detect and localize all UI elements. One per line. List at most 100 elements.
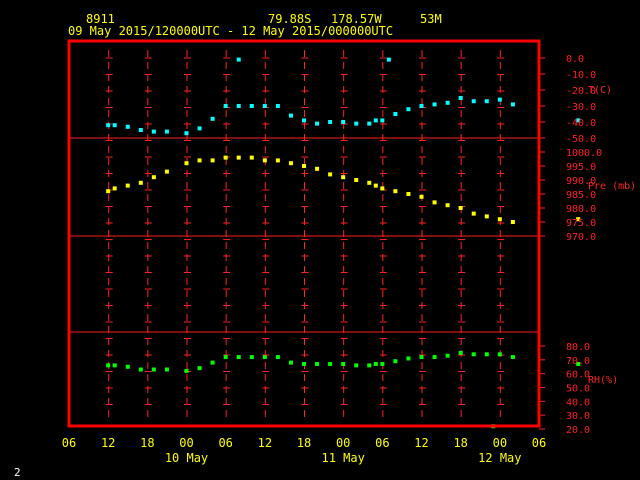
temperature-data-point bbox=[164, 129, 169, 134]
temperature-y-tick-label: -10.0 bbox=[566, 70, 596, 81]
pressure-data-point bbox=[432, 200, 437, 205]
temperature-axis-label: T(C) bbox=[588, 85, 612, 96]
pressure-data-point bbox=[262, 158, 267, 163]
x-tick-label: 12 bbox=[414, 436, 428, 450]
temperature-data-point bbox=[445, 100, 450, 105]
temperature-data-point bbox=[373, 118, 378, 123]
x-day-label: 11 May bbox=[321, 451, 364, 465]
temperature-data-point bbox=[210, 116, 215, 121]
pressure-data-point bbox=[354, 178, 359, 182]
temperature-data-point bbox=[419, 104, 424, 108]
rh-data-point bbox=[341, 361, 346, 366]
temperature-data-point bbox=[497, 97, 502, 102]
x-tick-label: 00 bbox=[493, 436, 507, 450]
x-tick-label: 00 bbox=[179, 436, 193, 450]
rh-data-point bbox=[419, 355, 424, 360]
pressure-data-point bbox=[249, 155, 254, 160]
rh-data-point bbox=[164, 367, 169, 372]
rh-data-point bbox=[328, 361, 333, 366]
rh-y-tick-label: 40.0 bbox=[566, 397, 590, 408]
x-tick-label: 12 bbox=[101, 436, 115, 450]
rh-data-point bbox=[458, 350, 463, 355]
temperature-data-point bbox=[112, 123, 117, 128]
pressure-data-point bbox=[125, 183, 130, 188]
temperature-data-point bbox=[249, 104, 254, 108]
rh-data-point bbox=[373, 361, 378, 366]
x-tick-label: 06 bbox=[375, 436, 389, 450]
rh-data-point bbox=[288, 360, 293, 365]
pressure-data-point bbox=[510, 220, 515, 224]
temperature-data-point bbox=[458, 96, 463, 100]
pressure-data-point bbox=[315, 166, 320, 171]
temperature-data-point bbox=[386, 57, 391, 62]
x-tick-label: 12 bbox=[258, 436, 272, 450]
rh-data-point bbox=[354, 363, 359, 368]
pressure-data-point bbox=[471, 211, 476, 216]
rh-y-tick-label: 20.0 bbox=[566, 425, 590, 436]
pressure-y-tick-label: 995.0 bbox=[566, 162, 596, 173]
pressure-data-point bbox=[288, 161, 293, 166]
pressure-data-point bbox=[210, 158, 215, 163]
x-tick-label: 18 bbox=[140, 436, 154, 450]
pressure-data-point bbox=[419, 194, 424, 199]
rh-y-tick-label: 80.0 bbox=[566, 342, 590, 353]
temperature-data-point bbox=[236, 104, 241, 108]
pressure-data-point bbox=[380, 186, 385, 191]
pressure-data-point bbox=[275, 158, 280, 163]
rh-data-point bbox=[406, 356, 411, 361]
rh-data-point bbox=[497, 352, 502, 357]
pressure-data-point bbox=[112, 186, 117, 191]
temperature-data-point bbox=[275, 104, 280, 108]
temperature-data-point bbox=[288, 113, 293, 118]
x-tick-label: 06 bbox=[62, 436, 76, 450]
temperature-data-point bbox=[341, 120, 346, 124]
temperature-data-point bbox=[223, 104, 228, 108]
pressure-data-point bbox=[223, 155, 228, 160]
x-tick-label: 18 bbox=[453, 436, 467, 450]
temperature-data-point bbox=[125, 124, 130, 129]
station-elevation: 53M bbox=[420, 12, 442, 26]
pressure-data-point bbox=[341, 175, 346, 180]
rh-data-point bbox=[380, 361, 385, 366]
pressure-data-point bbox=[138, 180, 143, 185]
pressure-data-point bbox=[497, 217, 502, 222]
temperature-data-point bbox=[328, 120, 333, 124]
pressure-data-point bbox=[302, 164, 306, 168]
rh-data-point bbox=[151, 367, 156, 372]
temperature-data-point bbox=[138, 128, 143, 132]
rh-data-point bbox=[302, 361, 306, 366]
rh-y-tick-label: 60.0 bbox=[566, 370, 590, 381]
pressure-y-tick-label: 980.0 bbox=[566, 204, 596, 215]
rh-y-tick-label: 70.0 bbox=[566, 356, 590, 367]
pressure-data-point bbox=[328, 172, 333, 177]
rh-data-point bbox=[432, 355, 437, 360]
temperature-data-point bbox=[510, 102, 515, 107]
pressure-y-tick-label: 1000.0 bbox=[566, 148, 602, 159]
rh-data-point bbox=[262, 355, 267, 360]
temperature-data-point bbox=[380, 118, 385, 123]
rh-data-point bbox=[471, 352, 476, 357]
pressure-data-point bbox=[458, 206, 463, 210]
x-tick-label: 00 bbox=[336, 436, 350, 450]
x-day-label: 12 May bbox=[478, 451, 521, 465]
temperature-data-point bbox=[315, 121, 320, 126]
pressure-data-point bbox=[484, 214, 489, 219]
pressure-data-point bbox=[406, 192, 411, 196]
pressure-data-point bbox=[197, 158, 202, 163]
meteogram-chart: 8911 79.88S 178.57W 53M 09 May 2015/1200… bbox=[0, 0, 640, 480]
rh-y-tick-label: 50.0 bbox=[566, 384, 590, 395]
rh-y-tick-label: 30.0 bbox=[566, 411, 590, 422]
rh-data-point bbox=[112, 363, 117, 368]
rh-data-point bbox=[249, 355, 254, 360]
rh-data-point bbox=[445, 353, 450, 358]
temperature-y-tick-label: -40.0 bbox=[566, 118, 596, 129]
rh-data-point bbox=[315, 361, 320, 366]
pressure-y-tick-label: 975.0 bbox=[566, 218, 596, 229]
temperature-data-point bbox=[484, 99, 489, 104]
temperature-data-point bbox=[184, 131, 189, 136]
rh-data-point bbox=[275, 355, 280, 360]
pressure-data-point bbox=[151, 175, 156, 180]
rh-data-point bbox=[125, 364, 130, 369]
temperature-y-tick-label: 0.0 bbox=[566, 54, 584, 65]
rh-axis-label: RH(%) bbox=[588, 375, 618, 386]
